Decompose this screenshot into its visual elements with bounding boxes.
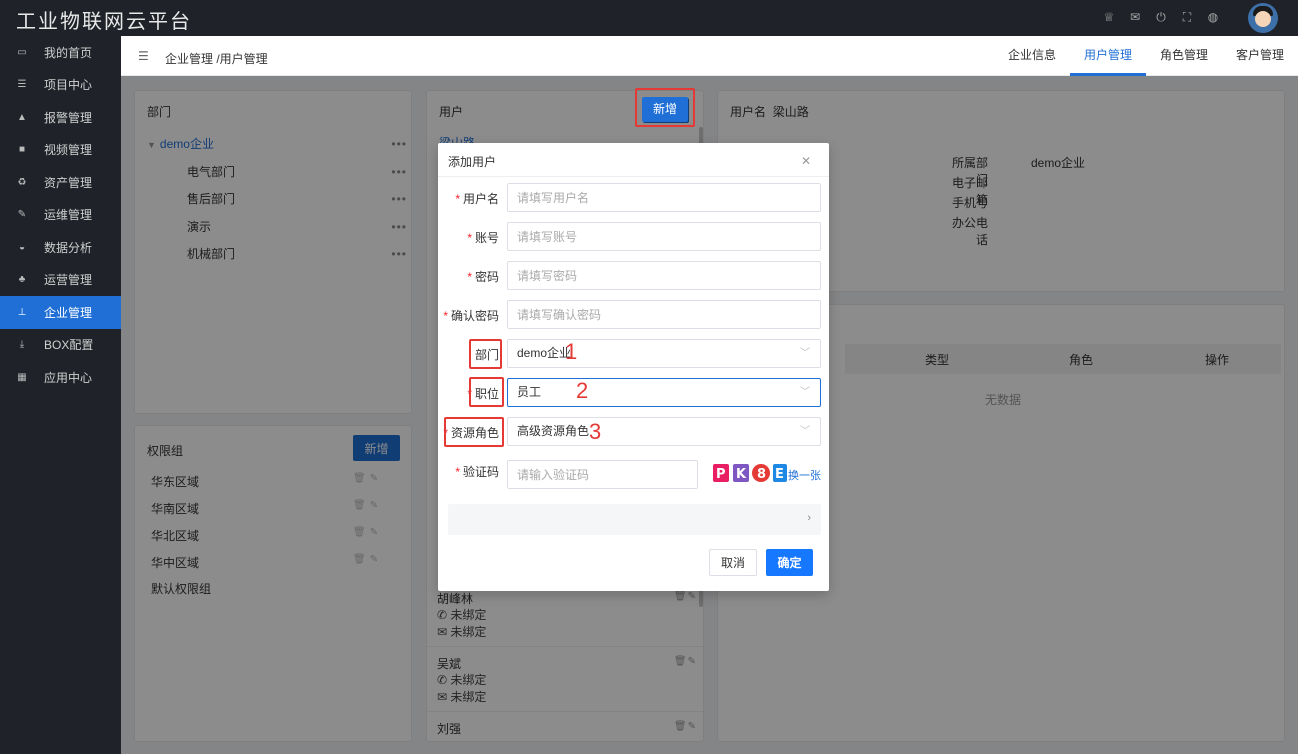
chevron-down-icon: ﹀ (800, 426, 810, 437)
tab-enterprise-info[interactable]: 企业信息 (994, 36, 1070, 76)
sidebar-item-assets[interactable]: ♻ 资产管理 (0, 166, 121, 199)
annotation-number-1: 1 (565, 339, 578, 364)
captcha-char: K (736, 467, 747, 482)
bell-icon: ▲ (17, 111, 27, 123)
sidebar-item-projects[interactable]: ☰ 项目中心 (0, 69, 121, 102)
add-user-modal: 添加用户 ✕ *用户名 *账号 *密码 *确认密码 部门 demo企业﹀ 1 *… (438, 143, 829, 591)
account-label: * 账号 (467, 231, 499, 245)
username-label: * 用户名 (455, 192, 499, 206)
sidebar-item-enterprise[interactable]: ⊥ 企业管理 (0, 296, 121, 329)
refresh-captcha-link[interactable]: 换一张 (788, 467, 821, 483)
tab-bar: 企业信息 用户管理 角色管理 客户管理 (994, 36, 1298, 76)
video-icon: ■ (18, 144, 26, 156)
password-input[interactable] (507, 261, 821, 290)
users-icon: ♣ (18, 274, 26, 286)
username-input[interactable] (507, 183, 821, 212)
chevron-right-icon: › (807, 512, 811, 524)
top-bar: 工业物联网云平台 ♕ ✉ ⏻ ⛶ ◍ (0, 0, 1298, 36)
chevron-down-icon: ﹀ (800, 387, 810, 398)
power-icon[interactable]: ⏻ (1154, 10, 1168, 25)
tab-customer-management[interactable]: 客户管理 (1222, 36, 1298, 76)
grid-icon: ▦ (17, 371, 27, 383)
top-icons: ♕ ✉ ⏻ ⛶ ◍ (1102, 10, 1220, 25)
breadcrumb-bar: ☰ 企业管理 /用户管理 企业信息 用户管理 角色管理 客户管理 (121, 36, 1298, 76)
password-label: * 密码 (467, 270, 499, 284)
list-icon: ☰ (17, 79, 27, 91)
department-select[interactable]: demo企业 ﹀ (507, 339, 821, 368)
sidebar-item-box-config[interactable]: ⤓ BOX配置 (0, 329, 121, 362)
sidebar-item-operations[interactable]: ♣ 运营管理 (0, 264, 121, 297)
annotation-box-department (469, 339, 502, 369)
globe-icon[interactable]: ◍ (1206, 10, 1220, 25)
confirm-password-label: * 确认密码 (443, 309, 499, 323)
annotation-box-position (469, 377, 504, 407)
captcha-label: * 验证码 (455, 465, 499, 479)
sidebar-item-maintenance[interactable]: ✎ 运维管理 (0, 199, 121, 232)
captcha-char: E (775, 467, 784, 482)
wrench-icon: ✎ (17, 209, 27, 221)
sitemap-icon: ⊥ (17, 306, 27, 318)
fullscreen-icon[interactable]: ⛶ (1180, 10, 1194, 25)
recycle-icon: ♻ (17, 176, 27, 188)
breadcrumb: 企业管理 /用户管理 (165, 52, 268, 66)
confirm-button[interactable]: 确定 (766, 549, 813, 576)
cancel-button[interactable]: 取消 (709, 549, 757, 576)
annotation-box-add-button (635, 88, 695, 127)
captcha-char: P (716, 467, 726, 482)
advanced-options-collapse[interactable]: › (448, 504, 821, 535)
captcha-image[interactable]: P K 8 E 换一张 (712, 460, 822, 486)
close-icon[interactable]: ✕ (801, 154, 811, 168)
avatar[interactable] (1248, 3, 1278, 33)
chevron-down-icon: ﹀ (800, 348, 810, 359)
sidebar-item-home[interactable]: ▭ 我的首页 (0, 36, 121, 69)
chart-icon: ◒ (18, 241, 26, 253)
confirm-password-input[interactable] (507, 300, 821, 329)
menu-toggle-icon[interactable]: ☰ (138, 49, 149, 63)
captcha-char: 8 (757, 467, 766, 482)
sidebar: ▭ 我的首页 ☰ 项目中心 ▲ 报警管理 ■ 视频管理 ♻ 资产管理 ✎ 运维管理 ◒ 数据分… (0, 36, 121, 754)
tab-role-management[interactable]: 角色管理 (1146, 36, 1222, 76)
annotation-number-3: 3 (589, 419, 602, 444)
laptop-icon: ▭ (17, 46, 27, 58)
user-switch-icon[interactable]: ♕ (1102, 10, 1116, 25)
annotation-number-2: 2 (576, 378, 589, 403)
mail-icon[interactable]: ✉ (1128, 10, 1142, 25)
sidebar-item-apps[interactable]: ▦ 应用中心 (0, 361, 121, 394)
tab-user-management[interactable]: 用户管理 (1069, 36, 1146, 76)
modal-title: 添加用户 (448, 155, 497, 169)
captcha-input[interactable] (507, 460, 698, 489)
app-title: 工业物联网云平台 (16, 9, 192, 33)
position-select[interactable]: 员工 ﹀ (507, 378, 821, 407)
download-icon: ⤓ (19, 339, 25, 351)
sidebar-item-analytics[interactable]: ◒ 数据分析 (0, 231, 121, 264)
sidebar-item-video[interactable]: ■ 视频管理 (0, 134, 121, 167)
resource-role-select[interactable]: 高级资源角色 ﹀ (507, 417, 821, 446)
annotation-box-resource-role (444, 417, 504, 447)
sidebar-item-alarms[interactable]: ▲ 报警管理 (0, 101, 121, 134)
account-input[interactable] (507, 222, 821, 251)
